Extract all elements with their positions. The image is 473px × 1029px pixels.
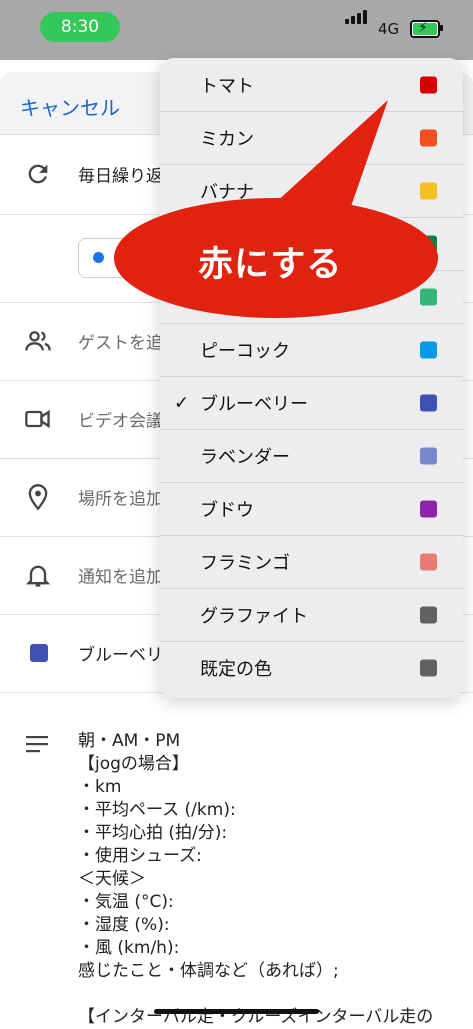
timezone-dot — [93, 252, 104, 263]
description-line: 【jogの場合】 — [78, 754, 189, 774]
description-line: ・平均心拍 (拍/分): — [78, 823, 228, 843]
status-bar: 8:30 4G ⚡ — [0, 0, 473, 60]
description-line: ＜天候＞ — [78, 869, 146, 889]
color-menu: トマト ミカン バナナ バジル セージ ピーコック ✓ ブルーベリー ラベンダー… — [160, 58, 463, 698]
menu-item-flamingo[interactable]: フラミンゴ — [160, 535, 463, 589]
color-swatch — [420, 76, 437, 93]
description-line: ・km — [78, 777, 122, 797]
menu-item-label: フラミンゴ — [200, 552, 290, 574]
menu-item-label: グラファイト — [200, 605, 308, 627]
menu-item-blueberry[interactable]: ✓ ブルーベリー — [160, 376, 463, 430]
menu-item-label: バナナ — [200, 181, 254, 203]
description-line: ・風 (km/h): — [78, 938, 180, 958]
description-icon — [26, 736, 48, 753]
notification-label: 通知を追加 — [78, 567, 163, 588]
color-swatch — [420, 553, 437, 570]
menu-item-label: トマト — [200, 75, 254, 97]
people-icon — [25, 331, 51, 351]
cancel-button[interactable]: キャンセル — [20, 92, 120, 121]
menu-item-grape[interactable]: ブドウ — [160, 482, 463, 536]
menu-item-banana[interactable]: バナナ — [160, 164, 463, 218]
annotation-text: 赤にする — [198, 245, 343, 285]
color-swatch — [420, 182, 437, 199]
network-type: 4G — [378, 20, 400, 38]
menu-item-tomato[interactable]: トマト — [160, 58, 463, 112]
menu-item-label: ラベンダー — [200, 446, 290, 468]
color-swatch — [420, 235, 437, 252]
description-line: ・気温 (°C): — [78, 892, 174, 912]
clock: 8:30 — [40, 12, 120, 42]
color-swatch — [420, 341, 437, 358]
menu-item-tangerine[interactable]: ミカン — [160, 111, 463, 165]
color-swatch — [420, 447, 437, 464]
battery-icon: ⚡ — [410, 20, 440, 38]
menu-item-graphite[interactable]: グラファイト — [160, 588, 463, 642]
color-swatch — [30, 644, 48, 662]
menu-item-label: セージ — [200, 287, 254, 309]
menu-item-label: ブドウ — [200, 499, 254, 521]
menu-item-label: ブルーベリー — [200, 393, 308, 415]
location-pin-icon — [28, 484, 48, 511]
battery-tip — [440, 25, 443, 31]
color-swatch — [420, 288, 437, 305]
color-swatch — [420, 129, 437, 146]
color-swatch — [420, 659, 437, 676]
menu-item-label: 既定の色 — [200, 658, 272, 680]
color-swatch — [420, 606, 437, 623]
description-line: ・平均ペース (/km): — [78, 800, 236, 820]
description-line — [78, 983, 433, 1006]
color-swatch — [420, 394, 437, 411]
color-swatch — [420, 500, 437, 517]
menu-item-label: ピーコック — [200, 340, 290, 362]
menu-item-peacock[interactable]: ピーコック — [160, 323, 463, 377]
bell-icon — [25, 565, 51, 587]
menu-item-lavender[interactable]: ラベンダー — [160, 429, 463, 483]
menu-item-default-color[interactable]: 既定の色 — [160, 641, 463, 694]
home-indicator — [154, 1009, 319, 1014]
checkmark-icon: ✓ — [174, 392, 190, 413]
description-line: ・使用シューズ: — [78, 846, 202, 866]
video-icon — [25, 409, 50, 429]
description-line: ・湿度 (%): — [78, 915, 170, 935]
description-line: 感じたこと・体調など（あれば）; — [78, 961, 339, 981]
location-label: 場所を追加 — [78, 489, 163, 510]
description-line: 朝・AM・PM — [78, 731, 181, 751]
description-text[interactable]: 朝・AM・PM 【jogの場合】 ・km ・平均ペース (/km): ・平均心拍… — [78, 730, 433, 1029]
menu-item-label: ミカン — [200, 128, 254, 150]
repeat-icon — [28, 164, 48, 184]
